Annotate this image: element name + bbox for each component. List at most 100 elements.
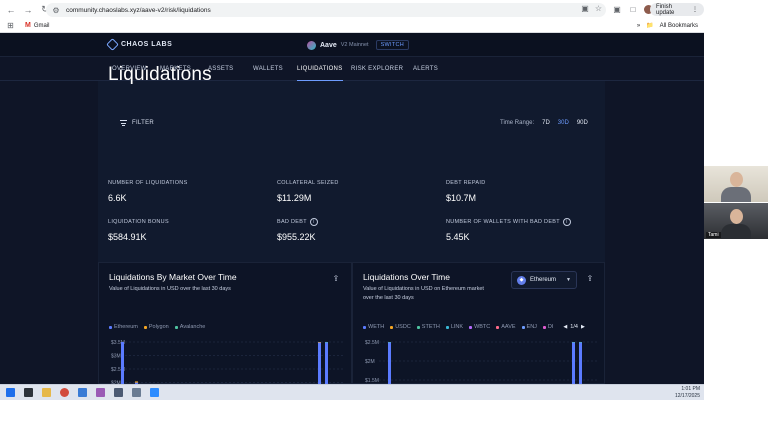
bar-ethereum[interactable]	[318, 342, 321, 385]
bar-weth[interactable]	[572, 342, 575, 385]
zoom-icon[interactable]	[150, 388, 159, 397]
stat-label-collateral: COLLATERAL SEIZED	[277, 180, 339, 186]
bar-ethereum[interactable]	[121, 342, 124, 385]
protocol-name: Aave	[320, 41, 337, 49]
stat-label-liquidations: NUMBER OF LIQUIDATIONS	[108, 180, 188, 186]
stat-value-bad-debt: $955.22K	[277, 232, 316, 242]
aave-logo-icon	[307, 40, 316, 50]
card-liquidations-over-time: Liquidations Over Time Value of Liquidat…	[352, 262, 605, 385]
y-tick-label: $3M	[111, 354, 121, 360]
participant-name: Tami	[706, 232, 721, 238]
bookmarks-overflow-icon[interactable]: »	[637, 23, 640, 29]
logo-text: CHAOS LABS	[121, 41, 173, 48]
stat-value-debt-repaid: $10.7M	[446, 193, 477, 203]
protocol-selector: Aave V2 Mainnet SWITCH	[307, 40, 410, 50]
video-participant-2[interactable]: Tami	[704, 203, 768, 239]
taskbar-app-icon[interactable]	[96, 388, 105, 397]
y-tick-label: $2.5M	[365, 340, 379, 346]
browser-chrome: ← → ↻ ⚙ community.chaoslabs.xyz/aave-v2/…	[0, 0, 704, 33]
main-nav: OVERVIEW MARKETS ASSETS WALLETS LIQUIDAT…	[0, 57, 704, 81]
stat-label-wallets-bad-debt: NUMBER OF WALLETS WITH BAD DEBT i	[446, 218, 571, 226]
start-icon[interactable]	[6, 388, 15, 397]
bar-weth[interactable]	[388, 342, 391, 385]
clock-date: 12/17/2025	[674, 393, 700, 399]
page-title: Liquidations	[108, 64, 212, 85]
stat-label-debt-repaid: DEBT REPAID	[446, 180, 486, 186]
apps-grid-icon[interactable]: ⊞	[6, 21, 15, 30]
taskbar-app-icon[interactable]	[24, 388, 33, 397]
bar-ethereum[interactable]	[325, 342, 328, 385]
stat-value-bonus: $584.91K	[108, 232, 147, 242]
address-bar[interactable]: ⚙ community.chaoslabs.xyz/aave-v2/risk/l…	[46, 3, 606, 17]
bookmark-gmail[interactable]: M Gmail	[25, 22, 50, 29]
stat-value-collateral: $11.29M	[277, 193, 312, 203]
participant-body	[721, 224, 751, 239]
info-icon[interactable]: i	[562, 218, 571, 226]
all-bookmarks-label[interactable]: All Bookmarks	[660, 23, 698, 29]
extensions-icon[interactable]: ▣	[612, 4, 622, 14]
time-range-7d[interactable]: 7D	[542, 120, 550, 126]
bookmark-star-icon[interactable]: ☆	[595, 4, 602, 13]
filter-icon	[120, 120, 127, 126]
finish-update-label: Finish update	[656, 3, 675, 16]
cast-icon[interactable]: ▣	[581, 4, 589, 13]
sidepanel-icon[interactable]: □	[628, 4, 638, 14]
folder-icon: 📁	[646, 23, 654, 29]
chaos-labs-logo[interactable]: CHAOS LABS	[106, 38, 173, 51]
time-range-90d[interactable]: 90D	[577, 120, 588, 126]
stat-value-wallets-bad-debt: 5.45K	[446, 232, 470, 242]
y-tick-label: $2M	[365, 359, 375, 365]
clock-time: 1:01 PM	[681, 386, 700, 392]
stat-value-liquidations: 6.6K	[108, 193, 127, 203]
info-icon[interactable]: i	[309, 218, 318, 226]
switch-button[interactable]: SWITCH	[375, 40, 410, 50]
url-text[interactable]: community.chaoslabs.xyz/aave-v2/risk/liq…	[66, 7, 211, 14]
bar-polygon[interactable]	[135, 381, 138, 383]
bar-steth[interactable]	[579, 342, 582, 343]
screen: ← → ↻ ⚙ community.chaoslabs.xyz/aave-v2/…	[0, 0, 768, 427]
chaos-labs-logo-icon	[106, 38, 119, 51]
participant-head	[730, 209, 743, 224]
video-participant-1[interactable]	[704, 166, 768, 202]
nav-assets[interactable]: ASSETS	[208, 57, 233, 81]
app-topbar: CHAOS LABS Aave V2 Mainnet SWITCH	[0, 33, 704, 57]
time-range-30d[interactable]: 30D	[558, 120, 569, 126]
chart-by-market: $3.5M$3M$2.5M$2M	[111, 340, 345, 385]
chrome-icon[interactable]	[60, 388, 69, 397]
gmail-icon: M	[25, 22, 31, 29]
card-liquidations-by-market: Liquidations By Market Over Time Value o…	[98, 262, 352, 385]
folder-icon[interactable]	[42, 388, 51, 397]
more-menu-icon[interactable]: ⋮	[692, 6, 698, 13]
taskbar-clock: 1:01 PM 12/17/2025	[675, 386, 700, 400]
taskbar-app-icon[interactable]	[132, 388, 141, 397]
forward-icon[interactable]: →	[22, 4, 34, 16]
bar-avalanche[interactable]	[325, 342, 328, 343]
taskbar: 1:01 PM 12/17/2025	[0, 384, 704, 400]
bookmark-gmail-label: Gmail	[33, 22, 50, 29]
bar-steth[interactable]	[572, 342, 575, 343]
nav-risk-explorer[interactable]: RISK EXPLORER	[351, 57, 403, 81]
finish-update-button[interactable]: Finish update ⋮	[650, 3, 704, 16]
stat-label-bonus: LIQUIDATION BONUS	[108, 219, 169, 225]
nav-wallets[interactable]: WALLETS	[253, 57, 283, 81]
protocol-market: V2 Mainnet	[340, 42, 369, 48]
stat-label-bad-debt: BAD DEBT i	[277, 218, 318, 226]
taskbar-app-icon[interactable]	[114, 388, 123, 397]
participant-body	[721, 187, 751, 202]
filter-label: FILTER	[132, 120, 155, 126]
bar-polygon[interactable]	[318, 342, 321, 343]
outlook-icon[interactable]	[78, 388, 87, 397]
stat-label-bad-debt-text: BAD DEBT	[277, 219, 307, 225]
time-range: Time Range: 7D 30D 90D	[500, 120, 588, 126]
back-icon[interactable]: ←	[5, 4, 17, 16]
stat-label-wallets-bad-debt-text: NUMBER OF WALLETS WITH BAD DEBT	[446, 219, 560, 225]
filter-button[interactable]: FILTER	[120, 120, 154, 126]
site-info-icon[interactable]: ⚙	[51, 5, 61, 15]
bar-weth[interactable]	[579, 342, 582, 385]
chart-over-time: $2.5M$2M$1.5M	[365, 340, 598, 385]
bar-steth[interactable]	[388, 342, 391, 343]
nav-liquidations[interactable]: LIQUIDATIONS	[297, 57, 343, 81]
time-range-label: Time Range:	[500, 120, 535, 126]
nav-alerts[interactable]: ALERTS	[413, 57, 438, 81]
participant-head	[730, 172, 743, 187]
